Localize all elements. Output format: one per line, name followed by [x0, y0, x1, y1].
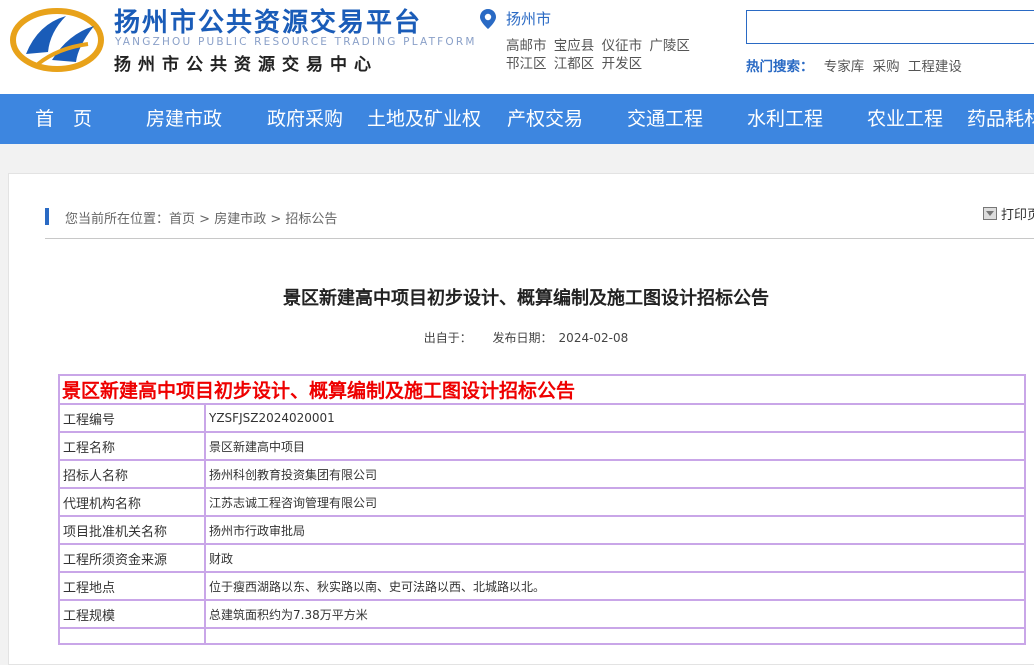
- table-row: 工程规模 总建筑面积约为7.38万平方米: [60, 601, 1024, 627]
- breadcrumb: 您当前所在位置：首页 > 房建市政 > 招标公告: [45, 208, 1034, 239]
- site-header: 扬州市公共资源交易平台 YANGZHOU PUBLIC RESOURCE TRA…: [0, 0, 1034, 94]
- table-row: 工程名称 景区新建高中项目: [60, 433, 1024, 459]
- field-key: 工程所须资金来源: [60, 545, 204, 571]
- announcement-table: 景区新建高中项目初步设计、概算编制及施工图设计招标公告 工程编号 YZSFJSZ…: [58, 374, 1026, 645]
- site-title-english: YANGZHOU PUBLIC RESOURCE TRADING PLATFOR…: [115, 36, 477, 48]
- table-row: 工程编号 YZSFJSZ2024020001: [60, 405, 1024, 431]
- table-header: 景区新建高中项目初步设计、概算编制及施工图设计招标公告: [60, 376, 1024, 403]
- print-button[interactable]: 打印页: [983, 204, 1034, 223]
- nav-item-procurement[interactable]: 政府采购: [267, 94, 343, 144]
- table-row: 工程所须资金来源 财政: [60, 545, 1024, 571]
- hot-search-item[interactable]: 工程建设: [908, 59, 962, 75]
- field-value: 总建筑面积约为7.38万平方米: [206, 601, 1024, 627]
- print-label: 打印页: [1001, 208, 1034, 223]
- article-meta: 出自于： 发布日期： 2024-02-08: [9, 329, 1034, 346]
- site-subtitle: 扬州市公共资源交易中心: [114, 55, 378, 75]
- breadcrumb-marker: [45, 208, 49, 225]
- site-title: 扬州市公共资源交易平台: [114, 8, 423, 38]
- table-row: 代理机构名称 江苏志诚工程咨询管理有限公司: [60, 489, 1024, 515]
- logo-mark-icon[interactable]: [8, 4, 106, 74]
- publish-date: 2024-02-08: [558, 331, 629, 345]
- field-value: 财政: [206, 545, 1024, 571]
- district-list-row1: 高邮市 宝应县 仪征市 广陵区: [506, 34, 693, 54]
- field-value: YZSFJSZ2024020001: [206, 405, 1024, 431]
- table-row-empty: [60, 629, 1024, 643]
- print-icon: [983, 207, 997, 220]
- breadcrumb-separator: >: [266, 212, 286, 227]
- breadcrumb-separator: >: [195, 212, 215, 227]
- nav-item-housing[interactable]: 房建市政: [146, 94, 222, 144]
- hot-search-item[interactable]: 采购: [873, 59, 900, 75]
- district-link[interactable]: 广陵区: [649, 38, 690, 54]
- nav-item-water[interactable]: 水利工程: [747, 94, 823, 144]
- field-value: 扬州科创教育投资集团有限公司: [206, 461, 1024, 487]
- field-key: 工程名称: [60, 433, 204, 459]
- field-value: 位于瘦西湖路以东、秋实路以南、史可法路以西、北城路以北。: [206, 573, 1024, 599]
- breadcrumb-home[interactable]: 首页: [169, 212, 195, 227]
- nav-item-agriculture[interactable]: 农业工程: [867, 94, 943, 144]
- hot-search-item[interactable]: 专家库: [824, 59, 865, 75]
- main-nav: 首 页 房建市政 政府采购 土地及矿业权 产权交易 交通工程 水利工程 农业工程…: [0, 94, 1034, 144]
- field-key: 工程编号: [60, 405, 204, 431]
- field-key: 工程规模: [60, 601, 204, 627]
- nav-item-traffic[interactable]: 交通工程: [627, 94, 703, 144]
- table-row: 招标人名称 扬州科创教育投资集团有限公司: [60, 461, 1024, 487]
- nav-item-property[interactable]: 产权交易: [507, 94, 583, 144]
- nav-item-land[interactable]: 土地及矿业权: [367, 94, 481, 144]
- table-row: 项目批准机关名称 扬州市行政审批局: [60, 517, 1024, 543]
- content-panel: 您当前所在位置：首页 > 房建市政 > 招标公告 打印页 景区新建高中项目初步设…: [8, 173, 1034, 665]
- field-key: 工程地点: [60, 573, 204, 599]
- nav-item-medicine[interactable]: 药品耗材: [967, 94, 1034, 144]
- breadcrumb-prefix: 您当前所在位置：: [65, 212, 170, 227]
- nav-item-home[interactable]: 首 页: [35, 94, 92, 144]
- field-key: 招标人名称: [60, 461, 204, 487]
- field-value: 扬州市行政审批局: [206, 517, 1024, 543]
- field-key: 代理机构名称: [60, 489, 204, 515]
- breadcrumb-text: 您当前所在位置：首页 > 房建市政 > 招标公告: [65, 208, 337, 227]
- table-row: 工程地点 位于瘦西湖路以东、秋实路以南、史可法路以西、北城路以北。: [60, 573, 1024, 599]
- table-header-row: 景区新建高中项目初步设计、概算编制及施工图设计招标公告: [60, 376, 1024, 403]
- field-value: 景区新建高中项目: [206, 433, 1024, 459]
- breadcrumb-current[interactable]: 招标公告: [285, 212, 337, 227]
- field-key: 项目批准机关名称: [60, 517, 204, 543]
- district-link[interactable]: 开发区: [602, 56, 643, 72]
- date-label: 发布日期：: [492, 331, 553, 345]
- article-title: 景区新建高中项目初步设计、概算编制及施工图设计招标公告: [283, 288, 769, 309]
- hot-search-label: 热门搜索：: [746, 59, 814, 75]
- district-link[interactable]: 邗江区: [506, 56, 547, 72]
- breadcrumb-category[interactable]: 房建市政: [214, 212, 266, 227]
- location-pin-icon: [480, 9, 496, 29]
- district-list-row2: 邗江区 江都区 开发区: [506, 52, 645, 72]
- field-value-empty: [206, 629, 1024, 643]
- source-label: 出自于：: [423, 331, 472, 345]
- field-value: 江苏志诚工程咨询管理有限公司: [206, 489, 1024, 515]
- district-link[interactable]: 江都区: [554, 56, 595, 72]
- search-input[interactable]: [746, 10, 1034, 44]
- field-key-empty: [60, 629, 204, 643]
- current-city[interactable]: 扬州市: [506, 8, 551, 29]
- hot-search: 热门搜索： 专家库 采购 工程建设: [746, 55, 966, 75]
